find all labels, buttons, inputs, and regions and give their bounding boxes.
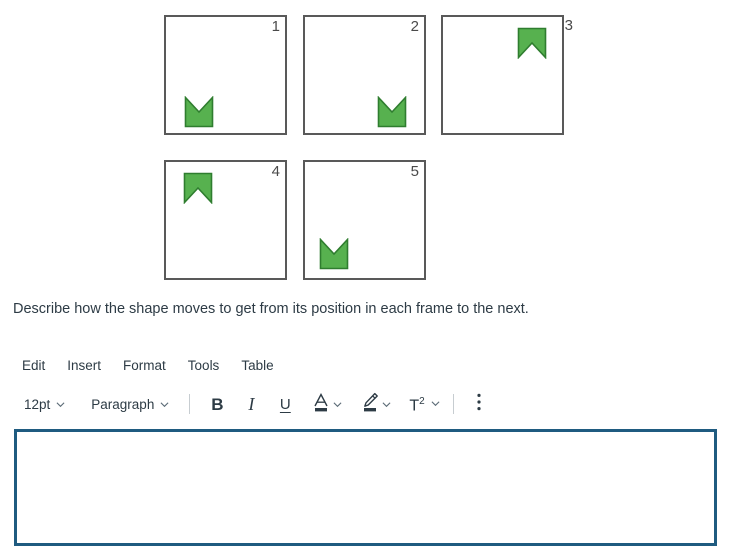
- text-color-icon: [311, 391, 331, 418]
- shape-frame-3: [517, 27, 547, 59]
- chevron-down-icon: [160, 400, 169, 409]
- chevron-down-icon[interactable]: [431, 399, 440, 408]
- menu-format[interactable]: Format: [112, 356, 177, 376]
- frame-5: 5: [303, 160, 426, 280]
- chevron-down-icon[interactable]: [333, 400, 342, 409]
- toolbar-divider: [189, 394, 191, 414]
- answer-textarea[interactable]: [14, 429, 717, 546]
- bold-button[interactable]: B: [200, 391, 234, 417]
- question-prompt: Describe how the shape moves to get from…: [13, 301, 529, 317]
- editor-menubar: Edit Insert Format Tools Table: [14, 355, 285, 377]
- menu-edit[interactable]: Edit: [14, 356, 56, 376]
- shape-frame-5: [319, 238, 349, 270]
- frame-4-number: 4: [271, 163, 280, 180]
- bold-icon: B: [211, 394, 224, 414]
- menu-tools[interactable]: Tools: [177, 356, 231, 376]
- font-size-select[interactable]: 12pt: [14, 391, 75, 417]
- shape-frame-4: [183, 172, 213, 204]
- menu-table[interactable]: Table: [230, 356, 284, 376]
- shape-frame-1: [184, 96, 214, 128]
- frame-3: 3: [441, 15, 573, 135]
- highlighter-pen-icon: [360, 391, 380, 418]
- toolbar-divider: [452, 394, 454, 414]
- underline-icon: U: [279, 395, 291, 413]
- editor-toolbar: 12pt Paragraph B I U T2: [14, 390, 494, 418]
- block-format-value: Paragraph: [91, 396, 155, 412]
- kebab-menu-icon: [477, 393, 481, 416]
- block-format-select[interactable]: Paragraph: [81, 391, 179, 417]
- highlight-color-button[interactable]: [357, 391, 394, 418]
- text-color-button[interactable]: [308, 391, 345, 418]
- more-options-button[interactable]: [464, 391, 494, 417]
- frame-2: 2: [303, 15, 426, 135]
- frame-3-number: 3: [564, 17, 573, 34]
- frame-1-number: 1: [271, 18, 280, 35]
- superscript-icon: T2: [409, 394, 424, 414]
- shape-frame-2: [377, 96, 407, 128]
- italic-icon: I: [248, 394, 255, 414]
- frame-2-number: 2: [410, 18, 419, 35]
- frame-sequence: 1 2 3 4 5: [0, 0, 734, 290]
- menu-insert[interactable]: Insert: [56, 356, 112, 376]
- superscript-base: T: [409, 397, 420, 415]
- underline-button[interactable]: U: [268, 391, 302, 417]
- frame-4: 4: [164, 160, 287, 280]
- chevron-down-icon[interactable]: [382, 400, 391, 409]
- font-size-value: 12pt: [24, 396, 51, 412]
- frame-1: 1: [164, 15, 287, 135]
- frame-5-number: 5: [410, 163, 419, 180]
- superscript-exponent: 2: [419, 395, 425, 407]
- italic-button[interactable]: I: [234, 391, 268, 417]
- superscript-button[interactable]: T2: [406, 394, 442, 414]
- chevron-down-icon: [56, 400, 65, 409]
